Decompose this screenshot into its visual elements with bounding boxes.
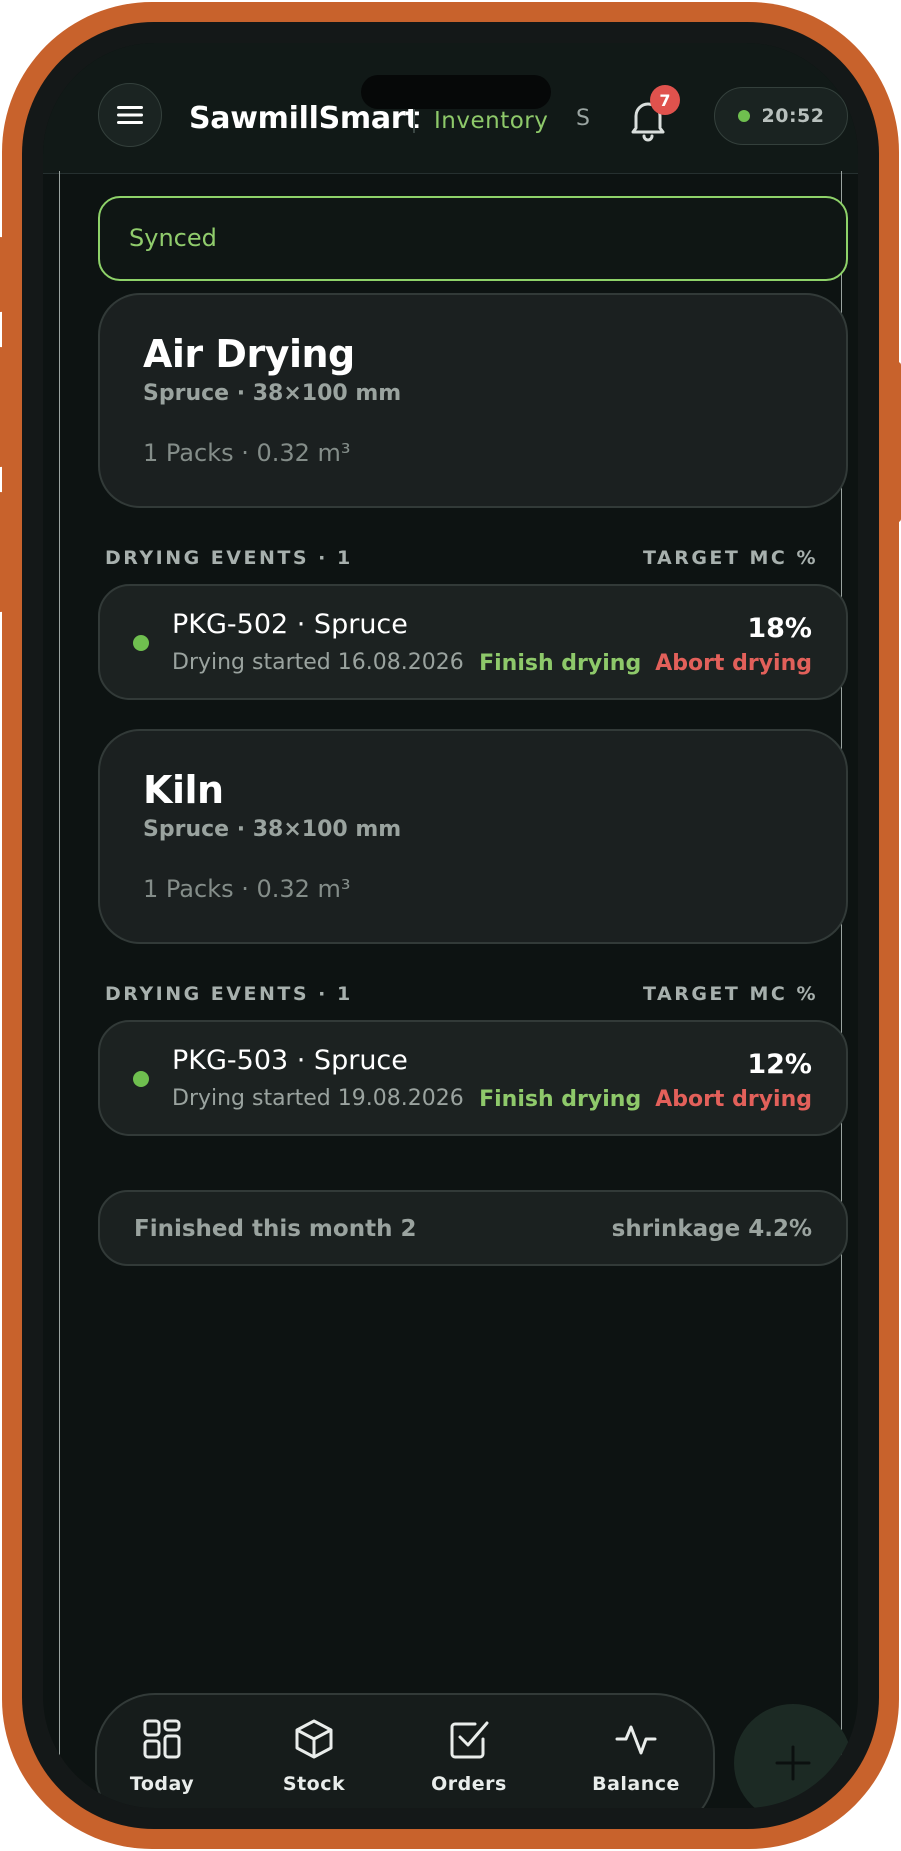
box-icon	[295, 1719, 333, 1759]
event-title: PKG-502 · Spruce	[172, 609, 408, 640]
pulse-icon	[615, 1725, 657, 1755]
side-button	[895, 362, 901, 522]
event-subtitle: Drying started 16.08.2026	[172, 650, 464, 675]
menu-button[interactable]	[98, 83, 162, 147]
checkbox-icon	[450, 1721, 489, 1759]
sync-status-banner: Synced	[98, 196, 848, 281]
abort-drying-button[interactable]: Abort drying	[655, 1083, 812, 1117]
side-button	[0, 237, 4, 312]
event-subtitle: Drying started 19.08.2026	[172, 1086, 464, 1111]
location-subtitle: Spruce · 38×100 mm	[143, 817, 402, 842]
sync-status-label: Synced	[129, 224, 217, 252]
target-mc-label: TARGET MC %	[643, 547, 818, 569]
finished-this-month: Finished this month 2	[134, 1216, 417, 1242]
side-button	[0, 492, 4, 612]
target-mc-label: TARGET MC %	[643, 983, 818, 1005]
status-clock: 20:52	[714, 87, 848, 145]
hamburger-menu-icon	[117, 106, 143, 124]
phone-bezel: SawmillSmart Inventory S 7 20:52 Synced …	[22, 22, 879, 1829]
online-status-dot	[737, 110, 750, 122]
user-avatar[interactable]: S	[576, 101, 590, 137]
add-fab-button[interactable]	[734, 1704, 852, 1808]
camera-notch	[361, 75, 551, 109]
location-meta: 1 Packs · 0.32 m³	[143, 439, 351, 467]
side-button	[0, 347, 4, 467]
notification-badge: 7	[650, 85, 680, 115]
event-title: PKG-503 · Spruce	[172, 1045, 408, 1076]
nav-item-today[interactable]: Today	[102, 1717, 222, 1797]
screen-edge-line	[59, 171, 60, 1768]
event-actions: Finish drying Abort drying	[479, 647, 812, 681]
location-title: Air Drying	[143, 332, 355, 376]
drying-events-label: DRYING EVENTS · 1	[105, 983, 353, 1005]
location-card-air-drying[interactable]: Air Drying Spruce · 38×100 mm 1 Packs · …	[98, 293, 848, 508]
nav-item-balance[interactable]: Balance	[576, 1717, 696, 1797]
event-actions: Finish drying Abort drying	[479, 1083, 812, 1117]
location-meta: 1 Packs · 0.32 m³	[143, 875, 351, 903]
phone-frame: SawmillSmart Inventory S 7 20:52 Synced …	[0, 2, 901, 1849]
drying-events-label: DRYING EVENTS · 1	[105, 547, 353, 569]
title-divider	[413, 107, 415, 133]
drying-event-row[interactable]: PKG-502 · Spruce Drying started 16.08.20…	[98, 584, 848, 700]
nav-item-orders[interactable]: Orders	[409, 1717, 529, 1797]
shrinkage-stat: shrinkage 4.2%	[611, 1216, 812, 1242]
nav-label-stock: Stock	[282, 1773, 346, 1795]
monthly-summary-bar: Finished this month 2 shrinkage 4.2%	[98, 1190, 848, 1266]
active-status-dot	[133, 635, 149, 651]
location-card-kiln[interactable]: Kiln Spruce · 38×100 mm 1 Packs · 0.32 m…	[98, 729, 848, 944]
target-mc-value: 12%	[747, 1049, 812, 1080]
abort-drying-button[interactable]: Abort drying	[655, 647, 812, 681]
screen: SawmillSmart Inventory S 7 20:52 Synced …	[43, 43, 858, 1808]
bottom-nav: Today Stock Orders Balance	[95, 1693, 715, 1808]
target-mc-value: 18%	[747, 613, 812, 644]
location-subtitle: Spruce · 38×100 mm	[143, 381, 402, 406]
finish-drying-button[interactable]: Finish drying	[479, 647, 641, 681]
nav-label-today: Today	[129, 1773, 195, 1795]
plus-icon	[775, 1745, 811, 1781]
grid-icon	[143, 1719, 181, 1759]
nav-label-balance: Balance	[592, 1773, 680, 1795]
clock-time: 20:52	[761, 105, 825, 127]
nav-label-orders: Orders	[431, 1773, 507, 1795]
location-title: Kiln	[143, 768, 224, 812]
nav-item-stock[interactable]: Stock	[254, 1717, 374, 1797]
drying-event-row[interactable]: PKG-503 · Spruce Drying started 19.08.20…	[98, 1020, 848, 1136]
finish-drying-button[interactable]: Finish drying	[479, 1083, 641, 1117]
active-status-dot	[133, 1071, 149, 1087]
